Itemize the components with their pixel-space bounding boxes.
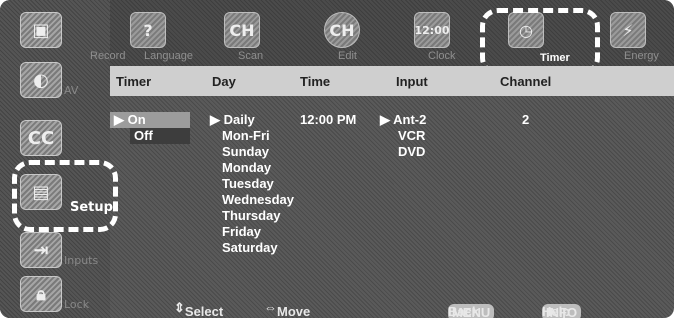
select-hint: ⇕ Select (174, 300, 224, 318)
tab-energy[interactable]: ⚡ Energy (596, 6, 666, 64)
tab-bar: Record ? Language CH Scan CH Edit 12:00 … (90, 0, 674, 76)
tab-label: Energy (624, 50, 659, 62)
input-option[interactable]: VCR (398, 128, 425, 144)
scan-icon: CH (224, 12, 260, 48)
tab-language[interactable]: ? Language (116, 6, 193, 64)
day-option[interactable]: Thursday (222, 208, 281, 224)
timer-option-on[interactable]: ▶ On (110, 112, 190, 128)
day-option[interactable]: Friday (222, 224, 261, 240)
day-option[interactable]: Sunday (222, 144, 269, 160)
header-timer: Timer (116, 74, 152, 89)
sidebar-item-av[interactable]: ◐ AV (8, 58, 78, 102)
header-channel: Channel (500, 74, 552, 89)
record-icon: ▣ (20, 12, 62, 48)
day-option[interactable]: Tuesday (222, 176, 274, 192)
day-option-daily[interactable]: ▶ Daily (210, 112, 255, 128)
timer-option-off[interactable]: Off (130, 128, 190, 144)
input-option-ant2[interactable]: ▶ Ant-2 (380, 112, 426, 128)
av-icon: ◐ (20, 62, 62, 98)
header-time: Time (300, 74, 331, 89)
header-input: Input (396, 74, 428, 89)
inputs-icon: ⇥ (20, 232, 62, 268)
day-option[interactable]: Monday (222, 160, 271, 176)
energy-icon: ⚡ (610, 12, 646, 48)
sidebar-item-inputs[interactable]: ⇥ Inputs (8, 228, 98, 272)
channel-value[interactable]: 2 (522, 112, 529, 128)
cc-icon: CC (20, 120, 62, 156)
sidebar-item-label: Lock (64, 298, 90, 311)
edit-icon: CH (324, 12, 360, 48)
column-header: Timer Day Time Input Channel (110, 66, 674, 96)
tab-edit[interactable]: CH Edit (310, 6, 380, 64)
tab-label: Language (144, 50, 193, 62)
tv-menu-screen: ▣ ◐ AV CC ▤ Setup ⇥ Inputs 🔒︎ Lock Recor… (0, 0, 674, 318)
day-option[interactable]: Saturday (222, 240, 278, 256)
lock-icon: 🔒︎ (20, 276, 62, 312)
language-icon: ? (130, 12, 166, 48)
input-option[interactable]: DVD (398, 144, 425, 160)
clock-icon: 12:00 (414, 12, 450, 48)
header-day: Day (212, 74, 236, 89)
tab-label: Scan (238, 50, 264, 62)
tab-label: Edit (338, 50, 357, 62)
move-hint: ⇔ Move (264, 300, 311, 318)
sidebar-item-label: AV (64, 84, 79, 97)
tab-label: Clock (428, 50, 456, 62)
sidebar-item-label: Inputs (64, 254, 99, 267)
sidebar-item-cc[interactable]: CC (8, 116, 72, 160)
timer-settings: ▶ On Off ▶ Daily Mon-Fri Sunday Monday T… (110, 96, 674, 274)
tab-scan[interactable]: CH Scan (210, 6, 280, 64)
day-option[interactable]: Wednesday (222, 192, 294, 208)
time-value[interactable]: 12:00 PM (300, 112, 356, 128)
setup-focus-frame (12, 160, 118, 232)
tab-clock[interactable]: 12:00 Clock (400, 6, 470, 64)
sidebar-item-lock[interactable]: 🔒︎ Lock (8, 272, 89, 316)
footer-hints: ⇕ Select ⇔ Move MENU Back INFO Help (110, 296, 674, 318)
day-option[interactable]: Mon-Fri (222, 128, 270, 144)
